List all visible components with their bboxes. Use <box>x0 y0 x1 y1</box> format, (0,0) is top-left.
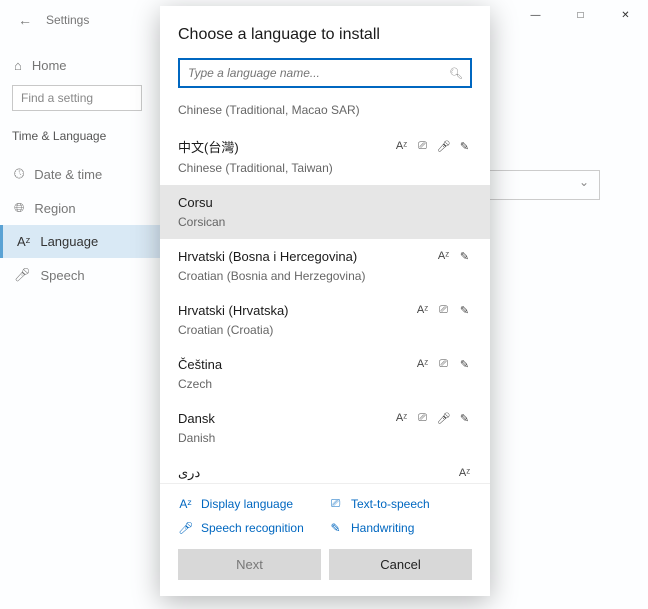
language-native-name: Čeština <box>178 357 222 372</box>
mic-icon: 🎤︎ <box>14 267 31 283</box>
sidebar-item-region[interactable]: 🌐︎ Region <box>12 191 148 225</box>
search-icon: 🔍︎ <box>449 67 463 80</box>
back-icon[interactable]: ← <box>18 12 32 28</box>
language-option[interactable]: Čeština Aᶻ ⎚ ✎ Czech <box>160 347 490 401</box>
display-icon: Aᶻ <box>457 467 472 479</box>
display-icon: Aᶻ <box>394 412 409 425</box>
language-option[interactable]: Dansk Aᶻ ⎚ 🎤︎ ✎ Danish <box>160 401 490 455</box>
language-native-name: درى <box>178 465 200 481</box>
tts-icon: ⎚ <box>436 358 451 371</box>
language-english-name: Croatian (Bosnia and Herzegovina) <box>178 269 472 283</box>
feature-icons: Aᶻ ✎ <box>436 250 472 263</box>
language-native-name: Corsu <box>178 195 213 210</box>
sidebar-item-label: Region <box>34 201 75 216</box>
language-option[interactable]: Hrvatski (Bosna i Hercegovina) Aᶻ ✎ Croatia… <box>160 239 490 293</box>
legend-speech: 🎤︎Speech recognition <box>178 521 322 535</box>
language-install-dialog: Choose a language to install 🔍︎ Chinese … <box>160 6 490 596</box>
tts-icon: ⎚ <box>328 496 343 511</box>
window-controls: — □ ✕ <box>513 0 648 30</box>
hand-icon: ✎ <box>457 140 472 153</box>
dialog-title: Choose a language to install <box>160 6 490 58</box>
language-search-input[interactable]: 🔍︎ <box>178 58 472 88</box>
language-english-name: Croatian (Croatia) <box>178 323 472 337</box>
legend-display: AᶻDisplay language <box>178 496 322 511</box>
feature-icons: Aᶻ ⎚ ✎ <box>415 358 472 371</box>
language-native-name: 中文(台灣) <box>178 137 239 156</box>
sidebar-item-speech[interactable]: 🎤︎ Speech <box>12 258 148 292</box>
minimize-button[interactable]: — <box>513 0 558 30</box>
sidebar: ⌂ Home Find a setting Time & Language 🕓︎… <box>0 44 160 300</box>
sidebar-home-label: Home <box>32 58 67 73</box>
language-english-name: Czech <box>178 377 472 391</box>
language-option[interactable]: Chinese (Traditional, Macao SAR) <box>160 98 490 127</box>
display-icon: Aᶻ <box>415 304 430 317</box>
language-native-name: Hrvatski (Bosna i Hercegovina) <box>178 249 357 264</box>
sidebar-item-label: Date & time <box>34 167 102 182</box>
tts-icon: ⎚ <box>415 412 430 425</box>
language-english-name: Chinese (Traditional, Taiwan) <box>178 161 472 175</box>
language-icon: Aᶻ <box>17 234 30 249</box>
feature-icons: Aᶻ ⎚ 🎤︎ ✎ <box>394 412 472 425</box>
language-native-name: Hrvatski (Hrvatska) <box>178 303 289 318</box>
feature-icons: Aᶻ ⎚ ✎ <box>415 304 472 317</box>
find-setting-input[interactable]: Find a setting <box>12 85 142 111</box>
language-english-name: Chinese (Traditional, Macao SAR) <box>178 103 472 117</box>
mic-icon: 🎤︎ <box>178 521 193 535</box>
sidebar-item-language[interactable]: Aᶻ Language <box>0 225 160 258</box>
sidebar-category: Time & Language <box>12 129 148 143</box>
home-icon: ⌂ <box>14 58 22 73</box>
app-title: Settings <box>46 13 89 27</box>
cancel-button[interactable]: Cancel <box>329 549 472 580</box>
legend-hand: ✎Handwriting <box>328 521 472 535</box>
clock-icon: 🕓︎ <box>14 166 24 182</box>
sidebar-home[interactable]: ⌂ Home <box>12 52 148 85</box>
hand-icon: ✎ <box>457 304 472 317</box>
settings-header: ← Settings <box>18 12 89 28</box>
sidebar-item-label: Speech <box>41 268 85 283</box>
speech-icon: 🎤︎ <box>436 412 451 425</box>
language-option[interactable]: Corsu Corsican <box>160 185 490 239</box>
sidebar-item-label: Language <box>40 234 98 249</box>
speech-icon: 🎤︎ <box>436 140 451 153</box>
globe-icon: 🌐︎ <box>14 200 24 216</box>
feature-legend: AᶻDisplay language ⎚Text-to-speech 🎤︎Spe… <box>160 483 490 549</box>
next-button[interactable]: Next <box>178 549 321 580</box>
display-icon: Aᶻ <box>178 497 193 511</box>
display-icon: Aᶻ <box>415 358 430 371</box>
language-english-name: Danish <box>178 431 472 445</box>
hand-icon: ✎ <box>457 358 472 371</box>
sidebar-item-date-time[interactable]: 🕓︎ Date & time <box>12 157 148 191</box>
display-icon: Aᶻ <box>394 140 409 153</box>
legend-tts: ⎚Text-to-speech <box>328 496 472 511</box>
language-option[interactable]: درى Aᶻ <box>160 455 490 483</box>
tts-icon: ⎚ <box>415 140 430 153</box>
language-native-name: Dansk <box>178 411 215 426</box>
display-icon: Aᶻ <box>436 250 451 263</box>
search-field[interactable] <box>188 66 444 80</box>
language-option[interactable]: Hrvatski (Hrvatska) Aᶻ ⎚ ✎ Croatian (Croatia… <box>160 293 490 347</box>
close-button[interactable]: ✕ <box>603 0 648 30</box>
language-option[interactable]: 中文(台灣) Aᶻ ⎚ 🎤︎ ✎ Chinese (Traditional, Taiwan… <box>160 127 490 185</box>
dialog-buttons: Next Cancel <box>160 549 490 596</box>
maximize-button[interactable]: □ <box>558 0 603 30</box>
hand-icon: ✎ <box>457 412 472 425</box>
handwriting-icon: ✎ <box>328 521 343 535</box>
hand-icon: ✎ <box>457 250 472 263</box>
feature-icons: Aᶻ ⎚ 🎤︎ ✎ <box>394 140 472 153</box>
tts-icon: ⎚ <box>436 304 451 317</box>
feature-icons: Aᶻ <box>457 467 472 479</box>
language-list[interactable]: Chinese (Traditional, Macao SAR) 中文(台灣) Aᶻ… <box>160 98 490 483</box>
language-english-name: Corsican <box>178 215 472 229</box>
